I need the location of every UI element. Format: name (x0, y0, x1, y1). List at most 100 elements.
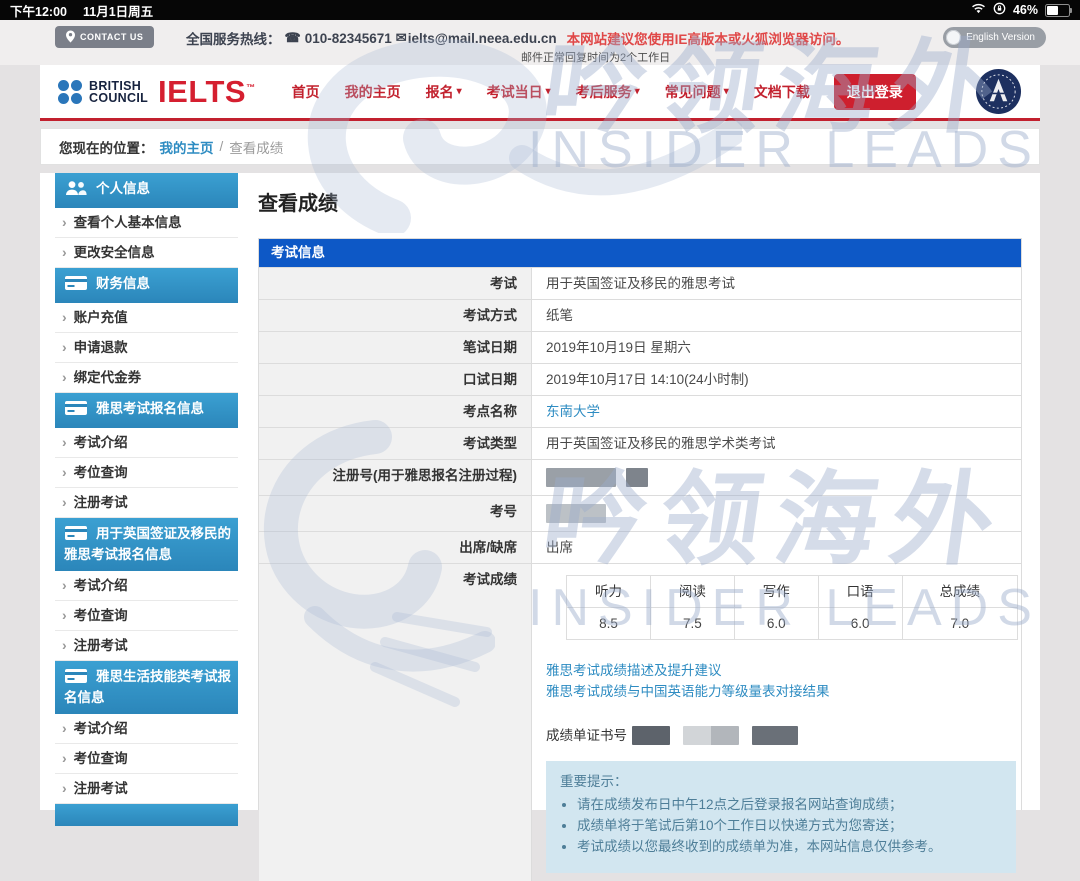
british-council-logo-icon (58, 80, 82, 104)
chevron-right-icon: › (62, 464, 67, 481)
chevron-right-icon: › (62, 780, 67, 797)
score-description-link[interactable]: 雅思考试成绩描述及提升建议 (546, 660, 1018, 681)
sidebar-section-partial[interactable] (55, 804, 238, 826)
table-row: 注册号(用于雅思报名注册过程) (259, 459, 1021, 495)
sidebar-item-register-exam[interactable]: ›注册考试 (55, 631, 238, 661)
result-links: 雅思考试成绩描述及提升建议 雅思考试成绩与中国英语能力等级量表对接结果 (546, 660, 1018, 702)
sidebar-section-ukvi-registration[interactable]: 用于英国签证及移民的雅思考试报名信息 (55, 518, 238, 571)
contact-us-button[interactable]: CONTACT US (55, 26, 154, 48)
neea-seal-icon (975, 68, 1022, 115)
chevron-right-icon: › (62, 309, 67, 326)
sidebar-item-exam-intro[interactable]: ›考试介绍 (55, 571, 238, 601)
card-icon (64, 275, 88, 296)
nav-downloads[interactable]: 文档下载 (754, 82, 810, 102)
sidebar-item-bind-voucher[interactable]: ›绑定代金券 (55, 363, 238, 393)
sidebar-item-account-recharge[interactable]: ›账户充值 (55, 303, 238, 333)
nav-my-home[interactable]: 我的主页 (345, 82, 401, 102)
english-version-button[interactable]: English Version (943, 27, 1046, 48)
row-label: 考点名称 (259, 396, 532, 427)
notice-item: 考试成绩以您最终收到的成绩单为准，本网站信息仅供参考。 (577, 836, 1002, 857)
nav-faq[interactable]: 常见问题▾ (665, 82, 729, 102)
sidebar-item-exam-intro[interactable]: ›考试介绍 (55, 428, 238, 458)
battery-percent: 46% (1013, 3, 1038, 17)
contact-email-link[interactable]: ielts@mail.neea.edu.cn (408, 31, 557, 46)
row-value: 用于英国签证及移民的雅思学术类考试 (532, 428, 1021, 459)
row-label: 出席/缺席 (259, 532, 532, 563)
row-label: 笔试日期 (259, 332, 532, 363)
sidebar: 个人信息 ›查看个人基本信息 ›更改安全信息 财务信息 ›账户充值 ›申请退款 … (55, 173, 238, 826)
row-value: 出席 (532, 532, 1021, 563)
nav-home[interactable]: 首页 (292, 82, 320, 102)
row-value: 2019年10月17日 14:10(24小时制) (532, 364, 1021, 395)
service-bar: CONTACT US 全国服务热线： ☎ 010-82345671 ✉ ielt… (0, 20, 1080, 65)
breadcrumb-current: 查看成绩 (229, 137, 283, 157)
page-title: 查看成绩 (258, 187, 1022, 216)
table-row: 出席/缺席 出席 (259, 531, 1021, 563)
breadcrumb-prefix: 您现在的位置： (59, 137, 154, 157)
sidebar-section-ielts-registration[interactable]: 雅思考试报名信息 (55, 393, 238, 428)
nav-test-day[interactable]: 考试当日▾ (487, 82, 551, 102)
nav-post-test[interactable]: 考后服务▾ (576, 82, 640, 102)
score-writing: 6.0 (734, 608, 818, 640)
score-reading: 7.5 (650, 608, 734, 640)
hotline-line: 全国服务热线： ☎ 010-82345671 ✉ ielts@mail.neea… (186, 28, 849, 48)
sidebar-item-seat-query[interactable]: ›考位查询 (55, 744, 238, 774)
row-value: 2019年10月19日 星期六 (532, 332, 1021, 363)
cse-mapping-link[interactable]: 雅思考试成绩与中国英语能力等级量表对接结果 (546, 681, 1018, 702)
row-value: 纸笔 (532, 300, 1021, 331)
sidebar-section-life-skills-registration[interactable]: 雅思生活技能类考试报名信息 (55, 661, 238, 714)
notice-item: 成绩单将于笔试后第10个工作日以快递方式为您寄送； (577, 815, 1002, 836)
sidebar-item-apply-refund[interactable]: ›申请退款 (55, 333, 238, 363)
sidebar-section-title: 财务信息 (96, 276, 150, 291)
sidebar-item-seat-query[interactable]: ›考位查询 (55, 601, 238, 631)
row-label: 考试方式 (259, 300, 532, 331)
battery-icon (1045, 4, 1070, 17)
sidebar-section-title: 个人信息 (96, 181, 150, 196)
ios-status-bar: 下午12:00 11月1日周五 46% (0, 0, 1080, 20)
sidebar-item-view-basic-info[interactable]: ›查看个人基本信息 (55, 208, 238, 238)
content-panel: 个人信息 ›查看个人基本信息 ›更改安全信息 财务信息 ›账户充值 ›申请退款 … (40, 173, 1040, 810)
exam-info-table: 考试信息 考试 用于英国签证及移民的雅思考试 考试方式 纸笔 笔试日期 2019… (258, 238, 1022, 810)
sidebar-section-title: 雅思考试报名信息 (96, 401, 204, 416)
envelope-icon: ✉ (396, 30, 407, 46)
email-reply-note: 邮件正常回复时间为2个工作日 (521, 49, 670, 65)
breadcrumb-separator: / (220, 139, 224, 154)
nav-register[interactable]: 报名▾ (426, 82, 462, 102)
sidebar-item-register-exam[interactable]: ›注册考试 (55, 488, 238, 518)
sidebar-section-personal-info[interactable]: 个人信息 (55, 173, 238, 208)
score-header-reading: 阅读 (650, 576, 734, 608)
site-header: BRITISHCOUNCIL IELTS™ 首页 我的主页 报名▾ 考试当日▾ … (40, 65, 1040, 121)
score-header-writing: 写作 (734, 576, 818, 608)
table-row: 考试 用于英国签证及移民的雅思考试 (259, 267, 1021, 299)
main-nav: 首页 我的主页 报名▾ 考试当日▾ 考后服务▾ 常见问题▾ 文档下载 (292, 82, 810, 102)
sidebar-item-register-exam[interactable]: ›注册考试 (55, 774, 238, 804)
row-value-redacted (532, 496, 1021, 531)
chevron-right-icon: › (62, 214, 67, 231)
sidebar-item-seat-query[interactable]: ›考位查询 (55, 458, 238, 488)
test-centre-link[interactable]: 东南大学 (546, 404, 600, 419)
status-time: 下午12:00 (10, 1, 67, 20)
table-row: 考试方式 纸笔 (259, 299, 1021, 331)
main-area: 查看成绩 考试信息 考试 用于英国签证及移民的雅思考试 考试方式 纸笔 笔试日期… (258, 173, 1022, 810)
english-version-label: English Version (966, 32, 1035, 43)
chevron-right-icon: › (62, 434, 67, 451)
sidebar-section-finance-info[interactable]: 财务信息 (55, 268, 238, 303)
hotline-phone: 010-82345671 (305, 31, 392, 46)
sidebar-item-exam-intro[interactable]: ›考试介绍 (55, 714, 238, 744)
score-table: 听力 阅读 写作 口语 总成绩 8.5 7.5 6.0 6.0 7.0 (566, 575, 1018, 640)
map-pin-icon (66, 30, 75, 45)
redacted-value (626, 468, 648, 487)
row-value: 用于英国签证及移民的雅思考试 (532, 268, 1021, 299)
redacted-value (752, 726, 798, 745)
sidebar-item-change-security-info[interactable]: ›更改安全信息 (55, 238, 238, 268)
phone-icon: ☎ (285, 30, 301, 46)
breadcrumb-my-home-link[interactable]: 我的主页 (160, 137, 214, 157)
chevron-right-icon: › (62, 494, 67, 511)
row-label: 考试类型 (259, 428, 532, 459)
wifi-icon (971, 3, 986, 17)
logout-button[interactable]: 退出登录 (834, 74, 916, 110)
redacted-value (683, 726, 739, 745)
exam-info-header: 考试信息 (259, 239, 1021, 267)
chevron-right-icon: › (62, 244, 67, 261)
chevron-down-icon: ▾ (457, 86, 462, 97)
